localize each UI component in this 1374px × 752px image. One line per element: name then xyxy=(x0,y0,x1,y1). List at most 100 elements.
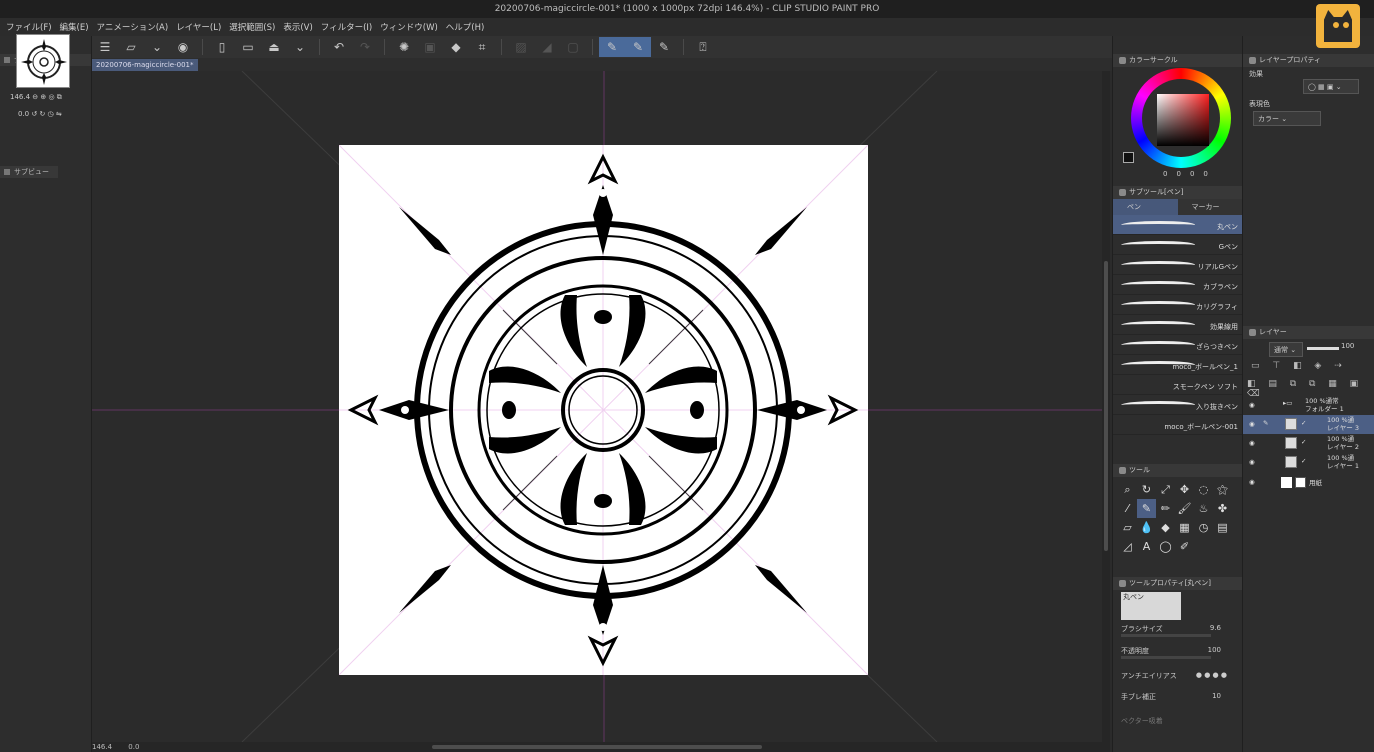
vector-snap-row[interactable]: ベクター吸着 xyxy=(1121,716,1231,726)
help-icon[interactable]: ⍰ xyxy=(690,37,716,57)
blend-icon[interactable]: 💧 xyxy=(1137,518,1156,537)
snap-special-icon[interactable]: ▢ xyxy=(560,37,586,57)
navigator-zoom[interactable]: 146.4 ⊖ ⊕ ◎ ⧉ xyxy=(10,93,62,102)
menu-animation[interactable]: アニメーション(A) xyxy=(93,21,173,33)
paper[interactable] xyxy=(338,144,869,676)
brush-size-row[interactable]: ブラシサイズ 9.6 xyxy=(1121,624,1231,637)
layer-panel-title[interactable]: レイヤー xyxy=(1243,326,1374,339)
horizontal-scroll-thumb[interactable] xyxy=(432,745,762,749)
brush-item[interactable]: moco_ボールペン-001 xyxy=(1113,415,1242,435)
layer-row[interactable]: ◉ ✓ 100 %通 レイヤー 1 xyxy=(1243,453,1374,472)
layer-property-title[interactable]: レイヤープロパティ xyxy=(1243,54,1374,67)
balloon-icon[interactable]: ◯ xyxy=(1156,537,1175,556)
eye-icon[interactable]: ◉ xyxy=(1249,401,1255,409)
figure-icon[interactable]: ◷ xyxy=(1194,518,1213,537)
color-sv-square[interactable] xyxy=(1157,94,1209,146)
frame-icon[interactable]: ▤ xyxy=(1213,518,1232,537)
decoration-icon[interactable]: ✤ xyxy=(1213,499,1232,518)
eye-icon[interactable]: ◉ xyxy=(1249,439,1255,447)
pen-a-icon[interactable]: ✎ xyxy=(599,37,625,57)
undo-icon[interactable]: ↶ xyxy=(326,37,352,57)
menu-icon[interactable]: ☰ xyxy=(92,37,118,57)
zoom-icon[interactable]: ⌕ xyxy=(1118,480,1137,499)
transform-icon[interactable]: ⌗ xyxy=(469,37,495,57)
stabilization-row[interactable]: 手ブレ補正 10 xyxy=(1121,692,1231,702)
menu-edit[interactable]: 編集(E) xyxy=(56,21,93,33)
pen-icon[interactable]: ✎ xyxy=(1137,499,1156,518)
invert-icon[interactable]: ▣ xyxy=(417,37,443,57)
opacity-value[interactable]: 100 xyxy=(1208,646,1221,654)
brush-size-value[interactable]: 9.6 xyxy=(1210,624,1221,632)
antialias-options[interactable]: ● ● ● ● xyxy=(1196,671,1227,679)
main-color-swatch[interactable] xyxy=(1123,152,1134,163)
menu-layer[interactable]: レイヤー(L) xyxy=(172,21,225,33)
line-correct-icon[interactable]: ✐ xyxy=(1175,537,1194,556)
gradient-icon[interactable]: ▦ xyxy=(1175,518,1194,537)
operation-icon[interactable]: ⤢ xyxy=(1156,480,1175,499)
expression-color-select[interactable]: カラー ⌄ xyxy=(1253,111,1321,126)
opacity-slider[interactable] xyxy=(1121,656,1211,659)
layer-row-folder[interactable]: ◉ ▸▭ 100 %通常 フォルダー 1 xyxy=(1243,396,1374,415)
new-file-icon[interactable]: ▯ xyxy=(209,37,235,57)
antialias-row[interactable]: アンチエイリアス ● ● ● ● xyxy=(1121,671,1231,681)
eye-icon[interactable]: ◉ xyxy=(1249,478,1255,486)
move-layer-icon[interactable]: ✥ xyxy=(1175,480,1194,499)
menu-file[interactable]: ファイル(F) xyxy=(2,21,56,33)
blend-mode-select[interactable]: 通常 ⌄ xyxy=(1269,342,1303,357)
opacity-row[interactable]: 不透明度 100 xyxy=(1121,646,1231,659)
camera-icon[interactable]: ◉ xyxy=(170,37,196,57)
eraser-icon[interactable]: ▱ xyxy=(1118,518,1137,537)
airbrush-icon[interactable]: ♨ xyxy=(1194,499,1213,518)
tool-title[interactable]: ツール xyxy=(1113,464,1242,477)
save-icon[interactable]: ⏏ xyxy=(261,37,287,57)
vertical-scrollbar[interactable] xyxy=(1102,71,1110,742)
color-circle-title[interactable]: カラーサークル xyxy=(1113,54,1242,67)
vertical-scroll-thumb[interactable] xyxy=(1104,261,1108,551)
brush-item[interactable]: 効果線用 xyxy=(1113,315,1242,335)
move-icon[interactable]: ↻ xyxy=(1137,480,1156,499)
lasso-icon[interactable]: ◌ xyxy=(1194,480,1213,499)
document-tab[interactable]: 20200706-magiccircle-001* × xyxy=(92,59,198,81)
brush-size-slider[interactable] xyxy=(1121,634,1211,637)
fill-icon[interactable]: ◆ xyxy=(443,37,469,57)
layer-row[interactable]: ◉ ✓ 100 %通 レイヤー 2 xyxy=(1243,434,1374,453)
effect-options[interactable]: ◯ ▦ ▣ ⌄ xyxy=(1303,79,1359,94)
menu-window[interactable]: ウィンドウ(W) xyxy=(376,21,442,33)
layer-controls[interactable]: ▭ ⊤ ◧ ◈ ⇢ xyxy=(1251,361,1347,371)
check-icon[interactable]: ✓ xyxy=(1301,419,1306,427)
snap-grid-icon[interactable]: ◢ xyxy=(534,37,560,57)
brush-item[interactable]: Gペン xyxy=(1113,235,1242,255)
menu-selection[interactable]: 選択範囲(S) xyxy=(225,21,279,33)
fill-icon[interactable]: ◆ xyxy=(1156,518,1175,537)
layer-row-paper[interactable]: ◉ 用紙 xyxy=(1243,473,1374,492)
layer-opacity-slider[interactable] xyxy=(1307,347,1339,350)
tool-property-title[interactable]: ツールプロパティ[丸ペン] xyxy=(1113,577,1242,590)
ruler-icon[interactable]: ◿ xyxy=(1118,537,1137,556)
layer-opacity-value[interactable]: 100 xyxy=(1341,342,1354,350)
sub-tool-title[interactable]: サブツール[ペン] xyxy=(1113,186,1242,199)
layer-row[interactable]: ◉ ✎ ✓ 100 %通 レイヤー 3 xyxy=(1243,415,1374,434)
brush-item[interactable]: ざらつきペン xyxy=(1113,335,1242,355)
new-icon[interactable]: ▱ xyxy=(118,37,144,57)
pencil-icon[interactable]: ✏ xyxy=(1156,499,1175,518)
tab-marker[interactable]: マーカー xyxy=(1177,199,1242,215)
clear-selection-icon[interactable]: ✺ xyxy=(391,37,417,57)
brush-icon[interactable]: 🖌 xyxy=(1175,499,1194,518)
brush-item[interactable]: リアルGペン xyxy=(1113,255,1242,275)
pen-b-icon[interactable]: ✎ xyxy=(625,37,651,57)
brush-item[interactable]: 丸ペン xyxy=(1113,215,1242,235)
brush-item[interactable]: カリグラフィ xyxy=(1113,295,1242,315)
text-icon[interactable]: A xyxy=(1137,537,1156,556)
status-zoom[interactable]: 146.4 xyxy=(92,743,112,751)
eye-icon[interactable]: ◉ xyxy=(1249,420,1255,428)
stabilization-value[interactable]: 10 xyxy=(1212,692,1221,700)
open-icon[interactable]: ▭ xyxy=(235,37,261,57)
brush-item[interactable]: 入り抜きペン xyxy=(1113,395,1242,415)
brush-item[interactable]: moco_ボールペン_1 xyxy=(1113,355,1242,375)
brush-item[interactable]: スモークペン ソフト xyxy=(1113,375,1242,395)
snap-ruler-icon[interactable]: ▨ xyxy=(508,37,534,57)
navigator-thumbnail[interactable] xyxy=(16,34,70,88)
pen-c-icon[interactable]: ✎ xyxy=(651,37,677,57)
navigator-rotation[interactable]: 0.0 ↺ ↻ ◷ ⇋ xyxy=(18,110,62,118)
eye-icon[interactable]: ◉ xyxy=(1249,458,1255,466)
